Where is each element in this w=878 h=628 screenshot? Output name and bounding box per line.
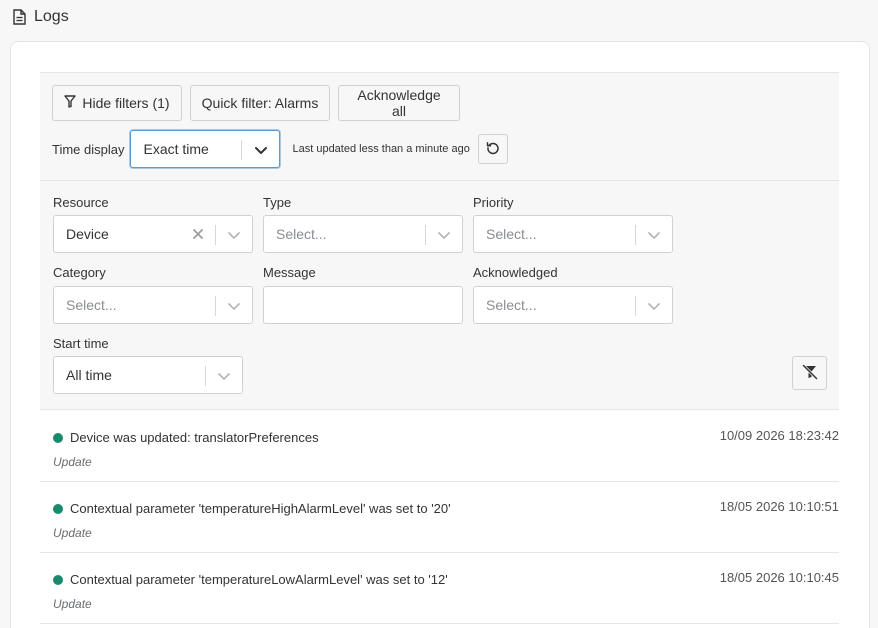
- log-type: Update: [53, 455, 92, 469]
- document-icon: [12, 9, 26, 25]
- time-display-value: Exact time: [143, 141, 209, 157]
- resource-select[interactable]: Device: [53, 215, 253, 253]
- log-timestamp: 18/05 2026 10:10:45: [719, 570, 839, 585]
- time-display-row: Time display Exact time Last updated les…: [52, 130, 508, 168]
- filter-icon: [64, 95, 77, 111]
- log-item[interactable]: Contextual parameter 'temperatureLowAlar…: [40, 553, 839, 624]
- select-separator: [215, 225, 216, 245]
- type-label: Type: [263, 195, 292, 210]
- chevron-down-icon[interactable]: [646, 298, 662, 314]
- log-item[interactable]: Device was updated: translatorPreference…: [40, 411, 839, 482]
- clear-filters-button[interactable]: [792, 356, 827, 390]
- hide-filters-button[interactable]: Hide filters (1): [52, 85, 182, 121]
- refresh-button[interactable]: [477, 134, 508, 164]
- chevron-down-icon[interactable]: [216, 368, 232, 384]
- message-label: Message: [263, 265, 316, 280]
- acknowledge-all-button[interactable]: Acknowledge all: [338, 85, 460, 121]
- acknowledged-label: Acknowledged: [473, 265, 558, 280]
- priority-label: Priority: [473, 195, 514, 210]
- message-input[interactable]: [263, 286, 463, 324]
- log-message: Contextual parameter 'temperatureLowAlar…: [70, 572, 448, 587]
- quick-filter-alarms-button[interactable]: Quick filter: Alarms: [190, 85, 330, 121]
- acknowledged-select[interactable]: Select...: [473, 286, 673, 324]
- time-display-select[interactable]: Exact time: [130, 130, 281, 168]
- category-select[interactable]: Select...: [53, 286, 253, 324]
- start-time-label: Start time: [53, 336, 109, 351]
- log-item[interactable]: Contextual parameter 'temperatureHighAla…: [40, 482, 839, 553]
- time-display-label: Time display: [52, 141, 125, 157]
- hide-filters-label: Hide filters (1): [82, 95, 170, 111]
- select-separator: [425, 225, 426, 245]
- chevron-down-icon[interactable]: [226, 227, 242, 243]
- type-placeholder: Select...: [276, 226, 327, 242]
- type-select[interactable]: Select...: [263, 215, 463, 253]
- chevron-down-icon[interactable]: [253, 142, 269, 158]
- category-placeholder: Select...: [66, 297, 117, 313]
- resource-label: Resource: [53, 195, 109, 210]
- priority-select[interactable]: Select...: [473, 215, 673, 253]
- resource-value: Device: [66, 226, 109, 242]
- log-message: Device was updated: translatorPreference…: [70, 430, 319, 445]
- select-separator: [215, 296, 216, 316]
- select-separator: [635, 225, 636, 245]
- select-separator: [635, 296, 636, 316]
- last-updated-text: Last updated less than a minute ago: [292, 143, 470, 155]
- clear-filter-icon: [801, 363, 818, 383]
- log-type: Update: [53, 597, 92, 611]
- refresh-icon: [486, 141, 500, 158]
- chevron-down-icon[interactable]: [436, 227, 452, 243]
- chevron-down-icon[interactable]: [646, 227, 662, 243]
- clear-icon[interactable]: [191, 227, 205, 241]
- category-label: Category: [53, 265, 106, 280]
- filter-divider: [40, 180, 839, 181]
- select-separator: [241, 140, 243, 160]
- select-separator: [205, 366, 206, 386]
- acknowledged-placeholder: Select...: [486, 297, 537, 313]
- status-dot-icon: [53, 575, 63, 585]
- log-message: Contextual parameter 'temperatureHighAla…: [70, 501, 451, 516]
- toolbar: Hide filters (1) Quick filter: Alarms Ac…: [52, 85, 460, 121]
- chevron-down-icon[interactable]: [226, 298, 242, 314]
- log-type: Update: [53, 526, 92, 540]
- start-time-value: All time: [66, 367, 112, 383]
- priority-placeholder: Select...: [486, 226, 537, 242]
- log-timestamp: 18/05 2026 10:10:51: [719, 499, 839, 514]
- log-timestamp: 10/09 2026 18:23:42: [719, 428, 839, 443]
- status-dot-icon: [53, 504, 63, 514]
- page-header: Logs: [12, 8, 69, 26]
- page-title: Logs: [34, 8, 69, 25]
- start-time-select[interactable]: All time: [53, 356, 243, 394]
- status-dot-icon: [53, 433, 63, 443]
